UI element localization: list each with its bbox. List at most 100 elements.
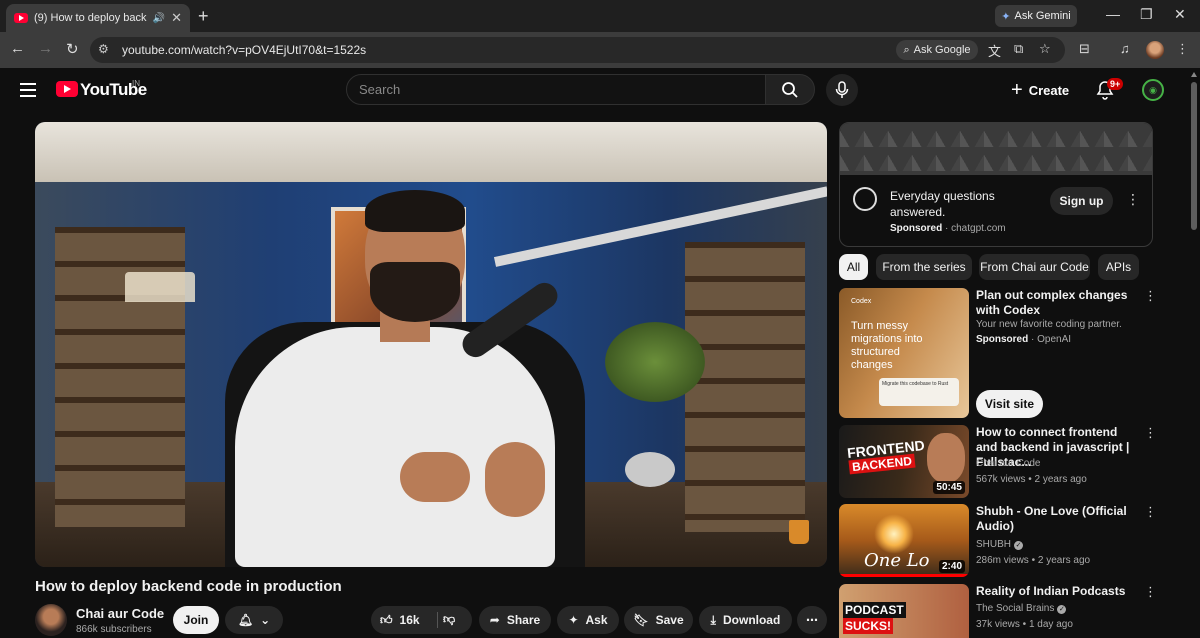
video-title[interactable]: Shubh - One Love (Official Audio) (976, 504, 1136, 534)
codex-sponsored: Sponsored (976, 334, 1029, 345)
download-button[interactable]: ⤓ Download (699, 606, 792, 634)
notifications-badge: 9+ (1107, 78, 1124, 90)
back-arrow-icon[interactable]: ← (10, 40, 25, 57)
join-button[interactable]: Join (173, 606, 219, 634)
close-tab-icon[interactable]: ✕ (171, 10, 182, 26)
forward-arrow-icon[interactable]: → (38, 40, 53, 57)
channel-name[interactable]: Chai aur Code (976, 458, 1040, 469)
codex-thumbnail[interactable]: Codex Turn messy migrations into structu… (839, 288, 969, 418)
ask-label: Ask (585, 613, 608, 627)
youtube-logo-icon[interactable] (56, 81, 78, 97)
browser-menu-icon[interactable]: ⋮ (1176, 41, 1189, 57)
scroll-up-arrow-icon[interactable] (1191, 72, 1197, 77)
url-text[interactable]: youtube.com/watch?v=pOV4EjUtI70&t=1522s (122, 43, 366, 57)
thumbs-up-icon: 👍︎ (380, 612, 393, 627)
codex-title[interactable]: Plan out complex changes with Codex (976, 288, 1136, 318)
chip-from-channel[interactable]: From Chai aur Code (979, 254, 1090, 280)
video-title[interactable]: Reality of Indian Podcasts (976, 584, 1136, 599)
ask-gemini-label: Ask Gemini (1014, 10, 1071, 22)
codex-thumb-label: Codex (851, 298, 872, 305)
page-scrollbar[interactable] (1188, 68, 1200, 638)
bookmark-star-icon[interactable]: ☆ (1039, 41, 1051, 57)
video-thumbnail[interactable]: One Lo 2:40 (839, 504, 969, 577)
menu-hamburger-icon[interactable] (20, 83, 36, 97)
video-player[interactable] (35, 122, 827, 567)
sidebar-video-shubh[interactable]: One Lo 2:40 Shubh - One Love (Official A… (839, 504, 1169, 577)
channel-name[interactable]: Chai aur Code (76, 606, 164, 621)
channel-avatar[interactable] (35, 604, 67, 636)
codex-subtitle: Your new favorite coding partner. (976, 319, 1122, 330)
chatgpt-logo-icon (853, 187, 877, 211)
browser-profile-avatar[interactable] (1146, 41, 1164, 59)
codex-thumb-box: Migrate this codebase to Rust (879, 378, 959, 406)
ask-google-label: Ask Google (913, 44, 971, 56)
verified-check-icon: ✓ (1014, 541, 1024, 550)
search-icon (782, 81, 798, 98)
more-actions-button[interactable]: ⋯ (797, 606, 827, 634)
visit-site-button[interactable]: Visit site (976, 390, 1043, 418)
channel-name-line[interactable]: SHUBH ✓ (976, 539, 1024, 550)
sidebar-ad-codex[interactable]: Codex Turn messy migrations into structu… (839, 288, 1169, 418)
chip-apis[interactable]: APIs (1098, 254, 1139, 280)
scrollbar-thumb[interactable] (1191, 82, 1197, 230)
browser-tab[interactable]: (9) How to deploy backend 🔊 ✕ (6, 4, 190, 32)
search-button[interactable] (765, 74, 815, 105)
media-controls-icon[interactable]: ♫ (1120, 41, 1130, 56)
chip-from-the-series[interactable]: From the series (876, 254, 972, 280)
sponsored-ad-card[interactable]: Everyday questions answered. Sponsored ·… (839, 122, 1153, 247)
sidebar-video-frontend-backend[interactable]: FRONTEND BACKEND 50:45 How to connect fr… (839, 425, 1169, 498)
ad-banner (840, 123, 1152, 175)
install-app-icon[interactable]: ⧉ (1014, 41, 1023, 57)
item-menu-icon[interactable]: ⋮ (1144, 288, 1157, 304)
plus-icon: + (1011, 78, 1023, 101)
codex-thumb-text: Turn messy migrations into structured ch… (851, 320, 923, 371)
save-button[interactable]: 🔖︎ Save (624, 606, 693, 634)
thumb-text-podcast: PODCAST (843, 602, 906, 618)
channel-name: SHUBH (976, 539, 1012, 550)
restore-button[interactable]: ❐ (1140, 6, 1153, 23)
search-box[interactable] (346, 74, 766, 105)
thumbs-down-icon[interactable]: 👎︎ (443, 612, 455, 627)
verified-check-icon: ✓ (1057, 605, 1067, 614)
subscriber-count: 866k subscribers (76, 624, 152, 635)
codex-sponsored-line: Sponsored · OpenAI (976, 334, 1072, 345)
ad-domain: chatgpt.com (951, 223, 1006, 234)
chip-all[interactable]: All (839, 254, 868, 280)
item-menu-icon[interactable]: ⋮ (1144, 504, 1157, 520)
account-avatar[interactable]: ◉ (1142, 79, 1164, 101)
speaker-icon[interactable]: 🔊 (153, 13, 165, 24)
video-thumbnail[interactable]: PODCAST SUCKS! (839, 584, 969, 638)
search-input[interactable] (347, 75, 765, 104)
tab-search-icon[interactable]: ⊟ (1079, 41, 1090, 57)
like-dislike-group: 👍︎ 16k 👎︎ (371, 606, 472, 634)
share-arrow-icon: ➦ (489, 613, 500, 627)
like-button[interactable]: 👍︎ 16k (380, 613, 420, 628)
ask-gemini-button[interactable]: ✦ Ask Gemini (995, 5, 1077, 27)
new-tab-button[interactable]: + (198, 6, 209, 27)
reload-icon[interactable]: ↻ (66, 40, 79, 58)
sidebar-video-podcasts[interactable]: PODCAST SUCKS! Reality of Indian Podcast… (839, 584, 1169, 638)
bookmark-icon: 🔖︎ (633, 613, 649, 627)
translate-icon[interactable]: 文 (988, 41, 1001, 60)
create-button[interactable]: + Create (1011, 76, 1081, 104)
minimize-button[interactable]: — (1106, 6, 1120, 22)
video-thumbnail[interactable]: FRONTEND BACKEND 50:45 (839, 425, 969, 498)
channel-name: The Social Brains (976, 603, 1055, 614)
ask-google-button[interactable]: ⌕ Ask Google (896, 40, 978, 60)
share-button[interactable]: ➦ Share (479, 606, 551, 634)
voice-search-button[interactable] (826, 74, 858, 106)
item-menu-icon[interactable]: ⋮ (1144, 584, 1157, 600)
ad-title[interactable]: Everyday questions answered. (890, 188, 1040, 220)
ask-button[interactable]: ✦ Ask (557, 606, 619, 634)
microphone-icon (835, 81, 849, 98)
ad-menu-icon[interactable]: ⋮ (1126, 191, 1140, 208)
close-window-button[interactable]: ✕ (1174, 6, 1186, 23)
more-dots-icon: ⋯ (806, 613, 818, 627)
site-info-icon[interactable]: ⚙ (98, 42, 109, 56)
thumb-text-sucks: SUCKS! (843, 618, 894, 634)
sign-up-button[interactable]: Sign up (1050, 187, 1113, 215)
channel-name-line[interactable]: The Social Brains ✓ (976, 603, 1067, 614)
subscription-bell-button[interactable]: 🔔︎ ⌄ (225, 606, 283, 634)
video-duration: 2:40 (938, 560, 965, 573)
item-menu-icon[interactable]: ⋮ (1144, 425, 1157, 441)
